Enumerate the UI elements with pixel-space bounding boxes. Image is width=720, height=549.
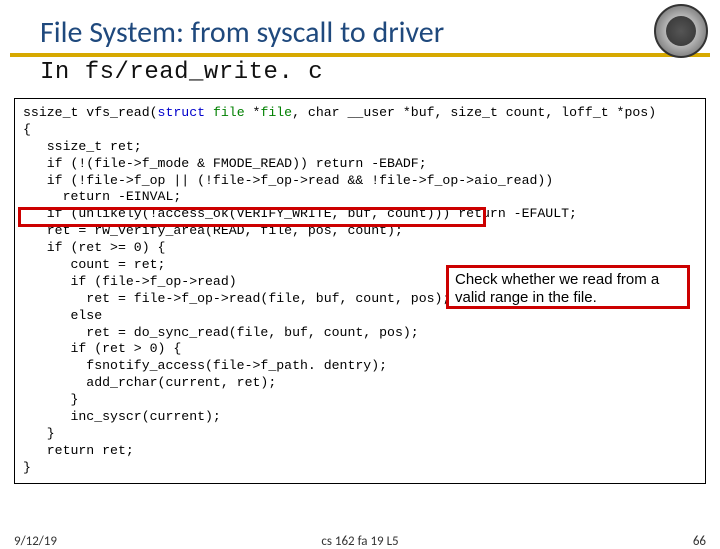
- footer-date: 9/12/19: [14, 534, 57, 549]
- code-line: }: [23, 460, 31, 475]
- code-line: if (file->f_op->read): [23, 274, 237, 289]
- code-line: ret = do_sync_read(file, buf, count, pos…: [23, 325, 419, 340]
- code-line: fsnotify_access(file->f_path. dentry);: [23, 358, 387, 373]
- university-seal-icon: [654, 4, 708, 58]
- code-line: if (!(file->f_mode & FMODE_READ)) return…: [23, 156, 427, 171]
- code-text: , char __user *buf, size_t count, loff_t…: [292, 105, 656, 120]
- slide-subtitle: In fs/read_write. c: [0, 57, 720, 92]
- type-file: file: [213, 105, 245, 120]
- code-line: add_rchar(current, ret);: [23, 375, 276, 390]
- callout-text: Check whether we read from a valid range…: [455, 271, 659, 306]
- keyword-struct: struct: [158, 105, 205, 120]
- code-line: return -EINVAL;: [23, 189, 181, 204]
- code-line: count = ret;: [23, 257, 165, 272]
- code-text: *: [245, 105, 261, 120]
- code-line: return ret;: [23, 443, 134, 458]
- code-line: if (ret >= 0) {: [23, 240, 165, 255]
- code-line: }: [23, 426, 55, 441]
- code-line: }: [23, 392, 78, 407]
- footer-page-number: 66: [693, 534, 706, 549]
- code-line: ret = rw_verify_area(READ, file, pos, co…: [23, 223, 403, 238]
- code-line: if (!file->f_op || (!file->f_op->read &&…: [23, 173, 553, 188]
- callout-box: Check whether we read from a valid range…: [446, 265, 690, 309]
- slide-title: File System: from syscall to driver: [0, 0, 720, 51]
- code-line: {: [23, 122, 31, 137]
- footer-course: cs 162 fa 19 L5: [321, 534, 398, 549]
- code-line: if (ret > 0) {: [23, 341, 181, 356]
- code-text: [205, 105, 213, 120]
- code-line: ssize_t ret;: [23, 139, 142, 154]
- code-line: inc_syscr(current);: [23, 409, 221, 424]
- code-line: ret = file->f_op->read(file, buf, count,…: [23, 291, 450, 306]
- code-line: if (unlikely(!access_ok(VERIFY_WRITE, bu…: [23, 206, 577, 221]
- code-line: else: [23, 308, 102, 323]
- ident-file: file: [260, 105, 292, 120]
- code-line: ssize_t vfs_read(: [23, 105, 158, 120]
